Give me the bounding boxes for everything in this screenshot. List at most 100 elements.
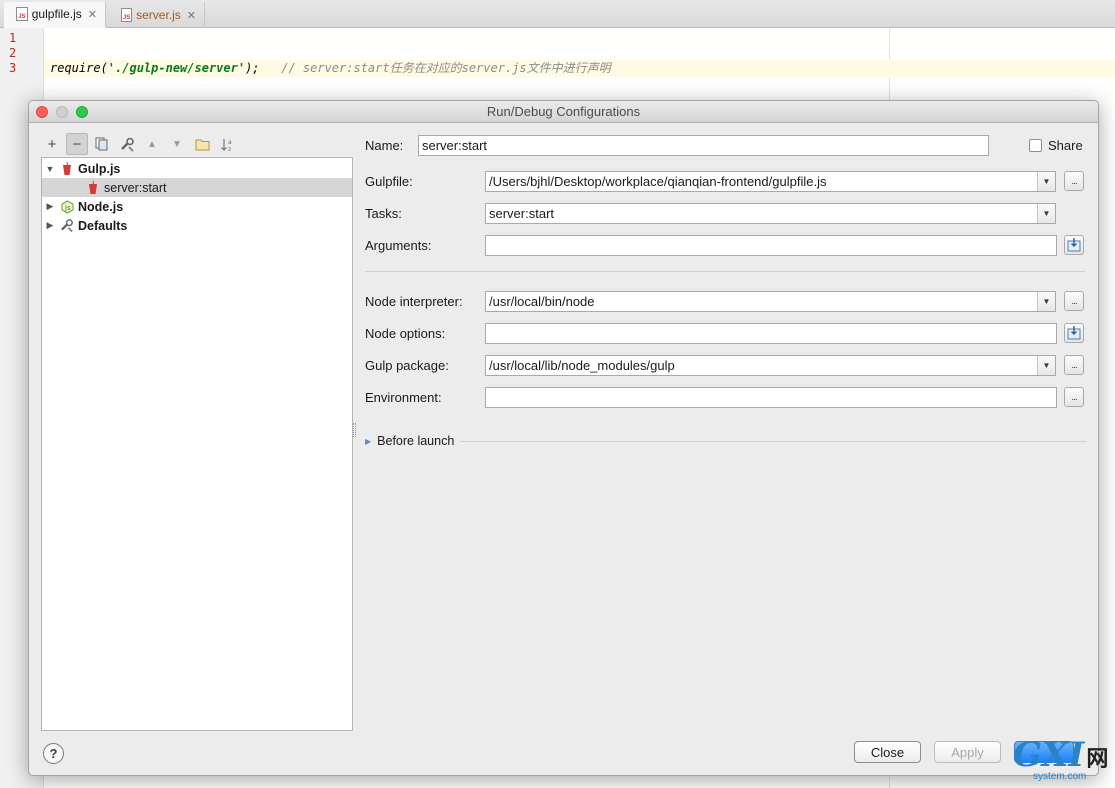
svg-text:js: js	[64, 204, 71, 212]
js-file-icon: JS	[16, 7, 28, 21]
code-punctuation: );	[245, 61, 260, 75]
gulpfile-combo[interactable]: /Users/bjhl/Desktop/workplace/qianqian-f…	[485, 171, 1056, 192]
arguments-insert-button[interactable]	[1064, 235, 1084, 255]
before-launch-label: Before launch	[377, 434, 455, 448]
tree-item-label: Gulp.js	[78, 161, 121, 176]
gulp-package-value: /usr/local/lib/node_modules/gulp	[489, 358, 675, 373]
tree-item-server-start[interactable]: server:start	[42, 178, 352, 197]
minus-icon: −	[72, 135, 82, 153]
chevron-down-icon[interactable]: ▼	[1037, 204, 1055, 223]
environment-label: Environment:	[365, 390, 442, 405]
tab-server-js[interactable]: JS server.js ✕	[109, 2, 205, 28]
code-comment: // server:start任务在对应的server.js文件中进行声明	[281, 61, 611, 75]
sort-alpha-icon: az	[220, 138, 232, 152]
move-up-button[interactable]: ▲	[141, 133, 163, 155]
dialog-titlebar[interactable]: Run/Debug Configurations	[29, 101, 1098, 123]
tab-label: gulpfile.js	[31, 7, 82, 21]
close-icon[interactable]: ✕	[187, 9, 196, 22]
config-tree[interactable]: ▼ Gulp.js server:start ▶ js Node.js ▶ De…	[41, 157, 353, 731]
plus-icon: +	[47, 135, 57, 153]
watermark-logo: GXI 网 system.com	[1013, 738, 1113, 786]
node-options-insert-button[interactable]	[1064, 323, 1084, 343]
expand-arrow-icon[interactable]: ▶	[365, 437, 371, 446]
sort-button[interactable]: az	[216, 133, 238, 155]
folder-icon	[195, 139, 209, 150]
node-options-label: Node options:	[365, 326, 446, 341]
environment-field[interactable]	[485, 387, 1057, 408]
insert-macro-icon	[1067, 238, 1081, 252]
node-interpreter-browse-button[interactable]: ...	[1064, 291, 1084, 311]
run-debug-configurations-dialog: Run/Debug Configurations + − ▲ ▼ az ▼ Gu…	[28, 100, 1099, 776]
chevron-down-icon[interactable]: ▼	[1037, 292, 1055, 311]
gulpfile-label: Gulpfile:	[365, 174, 413, 189]
node-interpreter-value: /usr/local/bin/node	[489, 294, 595, 309]
tab-gulpfile-js[interactable]: JS gulpfile.js ✕	[4, 2, 106, 28]
line-number: 3	[9, 61, 17, 75]
tasks-label: Tasks:	[365, 206, 402, 221]
share-label: Share	[1048, 138, 1083, 153]
gulp-package-label: Gulp package:	[365, 358, 449, 373]
panel-splitter[interactable]	[353, 423, 356, 437]
remove-config-button[interactable]: −	[66, 133, 88, 155]
watermark-brand-cn: 网	[1086, 747, 1109, 772]
edit-defaults-button[interactable]	[116, 133, 138, 155]
node-interpreter-combo[interactable]: /usr/local/bin/node ▼	[485, 291, 1056, 312]
copy-icon	[95, 137, 108, 151]
dialog-title: Run/Debug Configurations	[486, 104, 641, 119]
tab-label: server.js	[136, 8, 181, 22]
expand-arrow-icon[interactable]: ▼	[44, 164, 56, 174]
gulp-icon	[60, 161, 74, 176]
tree-item-defaults[interactable]: ▶ Defaults	[42, 216, 352, 235]
wrench-icon	[120, 137, 134, 152]
arrow-up-icon: ▲	[147, 138, 157, 150]
chevron-down-icon[interactable]: ▼	[1037, 356, 1055, 375]
chevron-down-icon[interactable]: ▼	[1037, 172, 1055, 191]
collapse-arrow-icon[interactable]: ▶	[44, 220, 56, 231]
gulp-icon	[86, 180, 100, 195]
svg-text:a: a	[228, 139, 232, 146]
collapse-arrow-icon[interactable]: ▶	[44, 201, 56, 212]
move-down-button[interactable]: ▼	[166, 133, 188, 155]
code-string: './gulp-new/server'	[107, 61, 246, 75]
section-divider	[460, 440, 1087, 442]
close-icon[interactable]: ✕	[88, 8, 97, 21]
arguments-label: Arguments:	[365, 238, 432, 253]
arguments-field[interactable]	[485, 235, 1057, 256]
code-line-3[interactable]: require('./gulp-new/server'); // server:…	[44, 60, 1115, 77]
name-field[interactable]: server:start	[418, 135, 989, 156]
tree-item-node-js[interactable]: ▶ js Node.js	[42, 197, 352, 216]
environment-browse-button[interactable]: ...	[1064, 387, 1084, 407]
tree-item-label: Node.js	[78, 199, 124, 214]
editor-tab-bar: JS gulpfile.js ✕ JS server.js ✕	[0, 0, 1115, 28]
code-function: require(	[50, 61, 108, 75]
gulpfile-browse-button[interactable]: ...	[1064, 171, 1084, 191]
copy-config-button[interactable]	[91, 133, 113, 155]
js-file-icon: JS	[121, 8, 133, 22]
name-label: Name:	[365, 138, 404, 153]
close-button[interactable]: Close	[854, 741, 921, 763]
watermark-brand: GXI	[1013, 735, 1085, 775]
gulp-package-browse-button[interactable]: ...	[1064, 355, 1084, 375]
node-interpreter-label: Node interpreter:	[365, 294, 463, 309]
tree-item-gulp-js[interactable]: ▼ Gulp.js	[42, 159, 352, 178]
before-launch-section[interactable]: ▶ Before launch	[365, 434, 1087, 448]
tasks-value: server:start	[489, 206, 555, 221]
svg-text:z: z	[228, 146, 231, 152]
line-number: 2	[9, 46, 17, 60]
node-options-field[interactable]	[485, 323, 1057, 344]
tree-item-label: Defaults	[78, 218, 128, 233]
gulpfile-value: /Users/bjhl/Desktop/workplace/qianqian-f…	[489, 174, 827, 189]
tasks-combo[interactable]: server:start ▼	[485, 203, 1056, 224]
add-config-button[interactable]: +	[41, 133, 63, 155]
line-number: 1	[9, 31, 17, 45]
section-divider	[365, 271, 1085, 272]
help-button[interactable]: ?	[43, 743, 64, 764]
gulp-package-combo[interactable]: /usr/local/lib/node_modules/gulp ▼	[485, 355, 1056, 376]
tree-item-label: server:start	[104, 180, 167, 195]
wrench-icon	[60, 219, 74, 233]
share-checkbox[interactable]	[1029, 139, 1042, 152]
config-toolbar: + − ▲ ▼ az	[41, 133, 241, 155]
watermark-domain: system.com	[1033, 771, 1087, 782]
new-folder-button[interactable]	[191, 133, 213, 155]
apply-button[interactable]: Apply	[934, 741, 1001, 763]
